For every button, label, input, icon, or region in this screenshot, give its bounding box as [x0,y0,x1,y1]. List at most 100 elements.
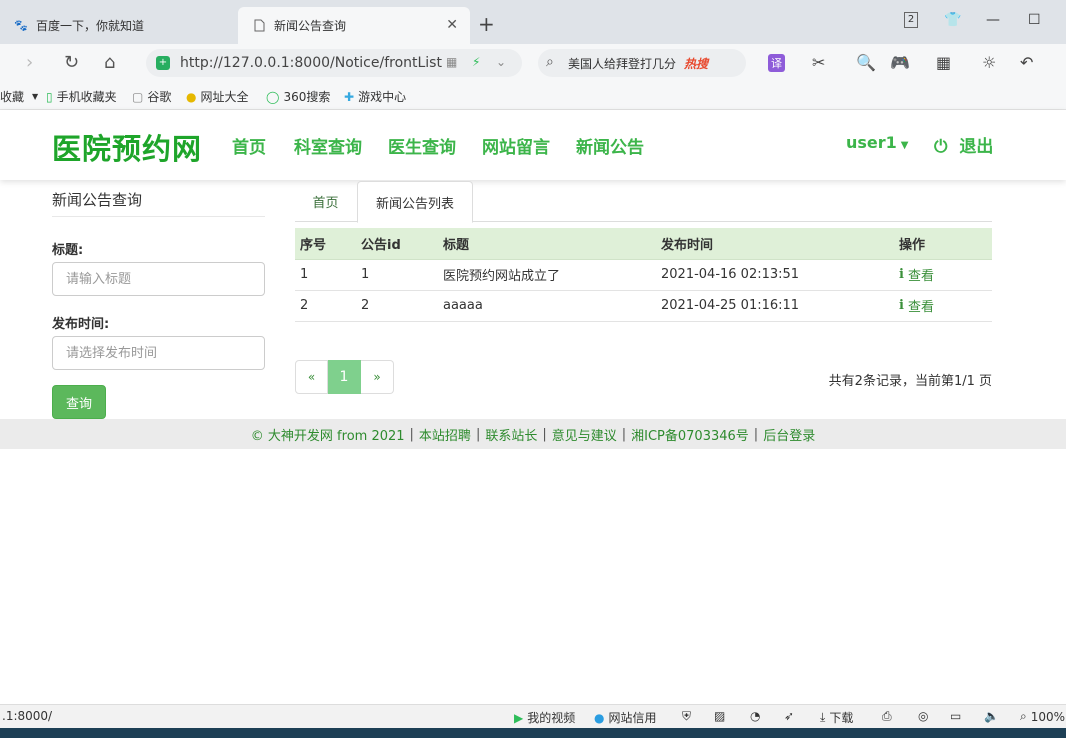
site-header: 医院预约网 首页 科室查询 医生查询 网站留言 新闻公告 user1 ▼ ⏻ 退出 [0,110,1066,180]
drop-icon: ● [594,710,605,725]
scissors-icon[interactable]: ✂ [812,53,825,72]
bookmark-item[interactable]: ▢ 谷歌 [132,88,171,105]
print-icon[interactable]: ⎙ [882,709,892,724]
next-page-button[interactable]: » [361,360,394,394]
title-label: 标题: [52,243,84,258]
footer-link-admin[interactable]: 后台登录 [763,425,815,444]
url-bar[interactable]: + http://127.0.0.1:8000/Notice/frontList… [146,49,522,77]
site-logo[interactable]: 医院预约网 [52,126,202,168]
bookmark-item[interactable]: ▯ 手机收藏夹 [46,88,117,105]
chevron-down-icon[interactable]: ⌄ [496,55,506,69]
browser-icon[interactable]: ◎ [918,709,928,723]
info-icon: i [899,267,904,282]
table-header-row: 序号 公告id 标题 发布时间 操作 [295,228,992,260]
gamepad-icon[interactable]: 🎮 [890,53,910,72]
col-id: 公告id [356,228,438,260]
page-1-button[interactable]: 1 [328,360,361,394]
window-icon[interactable]: ▭ [950,709,961,723]
query-button[interactable]: 查询 [52,385,106,419]
new-tab-button[interactable]: + [478,12,495,36]
close-tab-icon[interactable]: ✕ [446,17,458,33]
magnifier-icon[interactable]: 🔍 [856,53,876,72]
page-info: 共有2条记录，当前第1/1 页 [828,374,992,389]
status-label: 下载 [829,711,854,725]
col-time: 发布时间 [656,228,894,260]
logout-button[interactable]: ⏻ 退出 [934,132,993,157]
view-label: 查看 [907,269,934,284]
nav-messages[interactable]: 网站留言 [482,133,550,158]
forward-icon[interactable]: › [26,52,33,73]
address-toolbar: › ↻ ⌂ + http://127.0.0.1:8000/Notice/fro… [0,44,1066,82]
secure-shield-icon: + [156,56,170,70]
undo-icon[interactable]: ↶ [1020,53,1033,72]
download-icon: ⤓ [820,710,826,724]
brightness-icon[interactable]: ☼ [982,53,996,72]
user-menu[interactable]: user1 ▼ [846,133,909,152]
copyright: © 大神开发网 from 2021 [250,428,405,444]
divider: | [753,426,759,442]
bookmark-label: 360搜索 [283,90,331,104]
footer-link-feedback[interactable]: 意见与建议 [552,425,617,444]
title-input[interactable] [52,262,265,296]
site-credit-button[interactable]: ● 网站信用 [594,709,657,726]
translate-icon[interactable]: 译 [768,54,785,72]
image-icon[interactable]: ▨ [714,709,725,723]
lightning-icon[interactable]: ⚡ [472,55,480,69]
minimize-icon[interactable]: — [986,12,1000,28]
phone-icon: ▯ [46,89,53,104]
footer-link-icp[interactable]: 湘ICP备0703346号 [631,425,749,444]
view-link[interactable]: i 查看 [899,296,934,315]
info-icon: i [899,298,904,313]
bookmark-item[interactable]: 收藏 ▼ [0,88,38,105]
nav-departments[interactable]: 科室查询 [294,133,362,158]
apps-grid-icon[interactable]: ▦ [936,53,951,72]
nav-doctors[interactable]: 医生查询 [388,133,456,158]
search-360-icon: ◯ [266,89,280,104]
browser-tab-notice[interactable]: 新闻公告查询 ✕ [238,7,470,44]
browser-tab-baidu[interactable]: 🐾 百度一下，你就知道 [0,7,236,44]
bookmark-item[interactable]: ● 网址大全 [186,88,249,105]
download-button[interactable]: ⤓ 下载 [820,709,853,726]
bookmark-item[interactable]: ◯ 360搜索 [266,88,330,105]
view-link[interactable]: i 查看 [899,265,934,284]
prev-page-button[interactable]: « [295,360,328,394]
my-videos-button[interactable]: ▶ 我的视频 [514,709,575,726]
caret-down-icon: ▼ [900,140,909,151]
video-icon: ▶ [514,710,524,725]
shield-icon[interactable]: ⛨ [682,709,691,724]
divider: | [542,426,547,442]
rocket-icon[interactable]: ➶ [784,709,794,723]
search-text: 美国人给拜登打几分 [568,56,677,71]
power-icon: ⏻ [934,137,948,157]
grid-icon[interactable]: ▦ [446,55,457,69]
skin-icon[interactable]: 👕 [944,12,961,28]
zoom-icon: ⌕ [1020,709,1027,723]
tab-count-badge[interactable]: 2 [904,12,918,28]
footer-link-contact[interactable]: 联系站长 [485,425,537,444]
cell-id: 1 [356,259,438,291]
footer-link-jobs[interactable]: 本站招聘 [419,425,471,444]
home-icon[interactable]: ⌂ [104,52,115,73]
os-taskbar [0,728,1066,738]
reload-icon[interactable]: ↻ [64,52,79,73]
zoom-control[interactable]: ⌕ 100% [1020,709,1065,724]
table-row: 1 1 医院预约网站成立了 2021-04-16 02:13:51 i 查看 [295,259,992,291]
nav-home[interactable]: 首页 [232,133,266,158]
zoom-level: 100% [1030,709,1066,724]
baidu-icon: 🐾 [14,19,28,32]
history-icon[interactable]: ◔ [750,709,760,723]
cell-id: 2 [356,290,438,322]
bookmark-label: 游戏中心 [358,90,407,104]
tab-home[interactable]: 首页 [295,181,356,222]
tab-notice-list[interactable]: 新闻公告列表 [357,181,473,223]
date-input[interactable] [52,336,265,370]
globe-icon: ● [186,89,197,104]
bookmark-item[interactable]: ✚ 游戏中心 [344,88,406,105]
maximize-icon[interactable]: ☐ [1028,12,1041,28]
speaker-icon[interactable]: 🔈 [984,709,999,723]
search-box[interactable]: ⌕ 美国人给拜登打几分 热搜 [538,49,746,77]
nav-notices[interactable]: 新闻公告 [576,133,644,158]
bookmarks-bar: 收藏 ▼ ▯ 手机收藏夹 ▢ 谷歌 ● 网址大全 ◯ 360搜索 ✚ 游戏中心 [0,82,1066,110]
cell-no: 2 [295,290,356,322]
status-label: 网站信用 [608,711,657,725]
